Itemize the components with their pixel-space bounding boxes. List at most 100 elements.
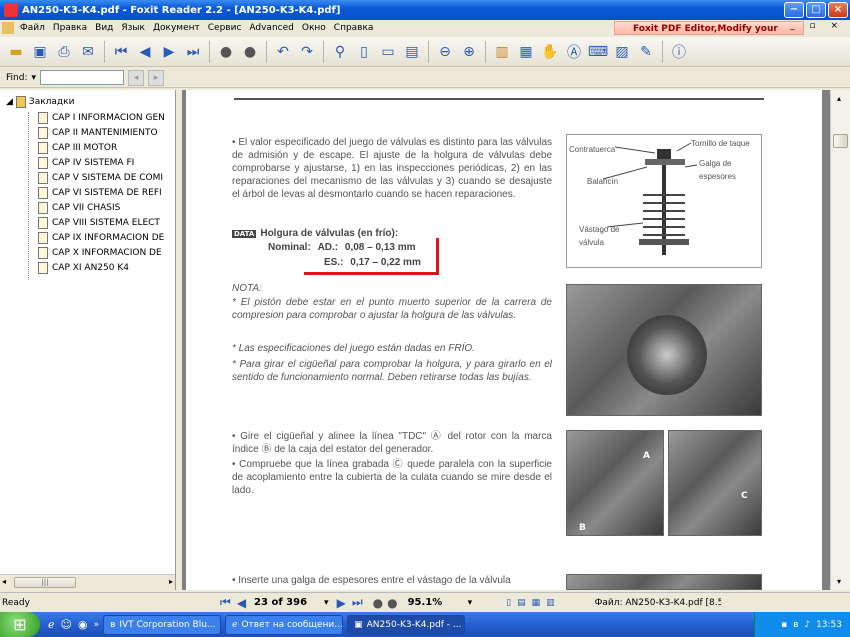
ie-quicklaunch-icon[interactable]: ℯ bbox=[48, 618, 55, 631]
image-icon[interactable]: ▨ bbox=[612, 42, 632, 62]
hand-tool-icon[interactable]: ✋ bbox=[540, 42, 560, 62]
bookmark-item[interactable]: CAP IV SISTEMA FI bbox=[38, 156, 170, 170]
annotation-icon[interactable]: ✎ bbox=[636, 42, 656, 62]
typewriter-icon[interactable]: ⌨ bbox=[588, 42, 608, 62]
data-tag: DATA bbox=[232, 229, 257, 238]
prev-page-icon[interactable]: ◀ bbox=[135, 42, 155, 62]
menu-edit[interactable]: Правка bbox=[49, 23, 91, 33]
bookmark-item[interactable]: CAP VI SISTEMA DE REFI bbox=[38, 186, 170, 200]
fit-page-icon[interactable]: ▭ bbox=[378, 42, 398, 62]
bookmark-panel-icon[interactable]: ▥ bbox=[492, 42, 512, 62]
bookmark-item[interactable]: CAP X INFORMACION DE bbox=[38, 246, 170, 260]
zoom-icon[interactable]: ⚲ bbox=[330, 42, 350, 62]
page-icon bbox=[38, 112, 48, 124]
holgura-title: Holgura de válvulas (en frío): bbox=[260, 228, 399, 239]
menu-view[interactable]: Вид bbox=[91, 23, 117, 33]
doc-paragraph: • El valor especificado del juego de vál… bbox=[232, 137, 552, 200]
bookmarks-root[interactable]: ◢ Закладки bbox=[6, 96, 74, 108]
zoom-in-icon[interactable]: ⊕ bbox=[459, 42, 479, 62]
find-dropdown-icon[interactable]: ▾ bbox=[31, 73, 36, 83]
next-photo bbox=[566, 574, 762, 590]
bookmark-item[interactable]: CAP II MANTENIMIENTO bbox=[38, 126, 170, 140]
nota-item: * Para girar el cigüeñal para comprobar … bbox=[232, 359, 552, 383]
email-icon[interactable]: ✉ bbox=[78, 42, 98, 62]
zoom-dropdown-icon[interactable]: ▾ bbox=[468, 598, 473, 608]
page-indicator[interactable]: 23 of 396 bbox=[254, 597, 324, 608]
bookmark-item[interactable]: CAP I INFORMACION GEN bbox=[38, 111, 170, 125]
bookmark-item[interactable]: CAP VIII SISTEMA ELECT bbox=[38, 216, 170, 230]
quicklaunch-more-icon[interactable]: » bbox=[94, 620, 100, 630]
menu-language[interactable]: Язык bbox=[117, 23, 149, 33]
scroll-up-icon[interactable]: ▴ bbox=[837, 94, 841, 103]
last-page-icon[interactable]: ⏭ bbox=[183, 42, 203, 62]
zoom-out-icon[interactable]: ⊖ bbox=[435, 42, 455, 62]
messenger-quicklaunch-icon[interactable]: ☺ bbox=[61, 618, 72, 631]
task-foxit[interactable]: ▣ AN250-K3-K4.pdf - ... bbox=[347, 614, 466, 635]
bookmarks-h-scrollbar[interactable]: ◂ ||| ▸ bbox=[0, 574, 175, 590]
clock[interactable]: 13:53 bbox=[816, 620, 842, 630]
bookmark-item[interactable]: CAP IX INFORMACION DE bbox=[38, 231, 170, 245]
volume-tray-icon[interactable]: ♪ bbox=[804, 620, 810, 630]
single-page-view-icon[interactable]: ▯ bbox=[506, 598, 511, 608]
scroll-thumb[interactable]: ||| bbox=[14, 577, 76, 588]
task-browser[interactable]: ℯ Ответ на сообщени... bbox=[225, 614, 344, 635]
task-bluetooth[interactable]: ʙ IVT Corporation Blu... bbox=[103, 614, 222, 635]
status-prev-page-icon[interactable]: ◀ bbox=[237, 596, 246, 610]
find-next-icon[interactable]: ▸ bbox=[148, 69, 165, 86]
media-quicklaunch-icon[interactable]: ◉ bbox=[78, 618, 88, 631]
scroll-left-icon[interactable]: ◂ bbox=[2, 577, 6, 586]
menu-tools[interactable]: Сервис bbox=[204, 23, 246, 33]
info-icon[interactable]: ⓘ bbox=[669, 42, 689, 62]
zoom-level[interactable]: 95.1% bbox=[408, 597, 468, 608]
next-page-icon[interactable]: ▶ bbox=[159, 42, 179, 62]
fit-width-icon[interactable]: ▤ bbox=[402, 42, 422, 62]
scroll-right-icon[interactable]: ▸ bbox=[169, 577, 173, 586]
page-dropdown-icon[interactable]: ▾ bbox=[324, 598, 329, 608]
find-input[interactable] bbox=[40, 70, 125, 85]
collapse-icon[interactable]: ◢ bbox=[6, 97, 13, 107]
menu-help[interactable]: Справка bbox=[330, 23, 378, 33]
rotate-right-icon[interactable]: ↷ bbox=[297, 42, 317, 62]
document-view[interactable]: • El valor especificado del juego de vál… bbox=[182, 90, 830, 590]
bookmark-item[interactable]: CAP III MOTOR bbox=[38, 141, 170, 155]
rotate-left-icon[interactable]: ↶ bbox=[273, 42, 293, 62]
start-button[interactable]: ⊞ bbox=[0, 612, 40, 637]
status-first-page-icon[interactable]: ⏮ bbox=[220, 595, 231, 610]
menu-file[interactable]: Файл bbox=[16, 23, 49, 33]
single-page-icon[interactable]: ▯ bbox=[354, 42, 374, 62]
bookmark-item[interactable]: CAP VII CHASIS bbox=[38, 201, 170, 215]
facing-view-icon[interactable]: ▦ bbox=[532, 598, 541, 608]
continuous-view-icon[interactable]: ▤ bbox=[517, 598, 526, 608]
status-last-page-icon[interactable]: ⏭ bbox=[352, 595, 363, 610]
open-icon[interactable]: ▬ bbox=[6, 42, 26, 62]
first-page-icon[interactable]: ⏮ bbox=[111, 42, 131, 62]
select-text-icon[interactable]: Ⓐ bbox=[564, 42, 584, 62]
minimize-button[interactable]: − bbox=[784, 2, 804, 18]
maximize-button[interactable]: □ bbox=[806, 2, 826, 18]
bluetooth-tray-icon[interactable]: ʙ bbox=[793, 620, 798, 630]
status-back-icon[interactable]: ● bbox=[373, 596, 383, 610]
back-icon[interactable]: ● bbox=[216, 42, 236, 62]
mdi-controls[interactable]: _ ▫ × bbox=[790, 21, 844, 31]
menu-advanced[interactable]: Advanced bbox=[245, 23, 297, 33]
save-icon[interactable]: ▣ bbox=[30, 42, 50, 62]
marker-c: C bbox=[741, 491, 748, 501]
continuous-facing-view-icon[interactable]: ▥ bbox=[546, 598, 555, 608]
status-next-page-icon[interactable]: ▶ bbox=[337, 596, 346, 610]
bookmark-item[interactable]: CAP V SISTEMA DE COMI bbox=[38, 171, 170, 185]
find-prev-icon[interactable]: ◂ bbox=[128, 69, 145, 86]
status-forward-icon[interactable]: ● bbox=[387, 596, 397, 610]
editor-ad-banner[interactable]: Foxit PDF Editor,Modify your PDF! bbox=[614, 21, 804, 48]
close-button[interactable]: × bbox=[828, 2, 848, 18]
snapshot-icon[interactable]: ▦ bbox=[516, 42, 536, 62]
v-scroll-thumb[interactable] bbox=[833, 134, 848, 148]
menu-document[interactable]: Документ bbox=[149, 23, 204, 33]
scroll-down-icon[interactable]: ▾ bbox=[837, 577, 841, 586]
menu-window[interactable]: Окно bbox=[298, 23, 330, 33]
forward-icon[interactable]: ● bbox=[240, 42, 260, 62]
bookmark-item[interactable]: CAP XI AN250 K4 bbox=[38, 261, 170, 275]
print-icon[interactable]: ⎙ bbox=[54, 42, 74, 62]
bookmarks-root-label: Закладки bbox=[28, 97, 75, 107]
network-tray-icon[interactable]: ▪ bbox=[781, 620, 787, 630]
document-v-scrollbar[interactable]: ▴ ▾ bbox=[830, 90, 850, 590]
